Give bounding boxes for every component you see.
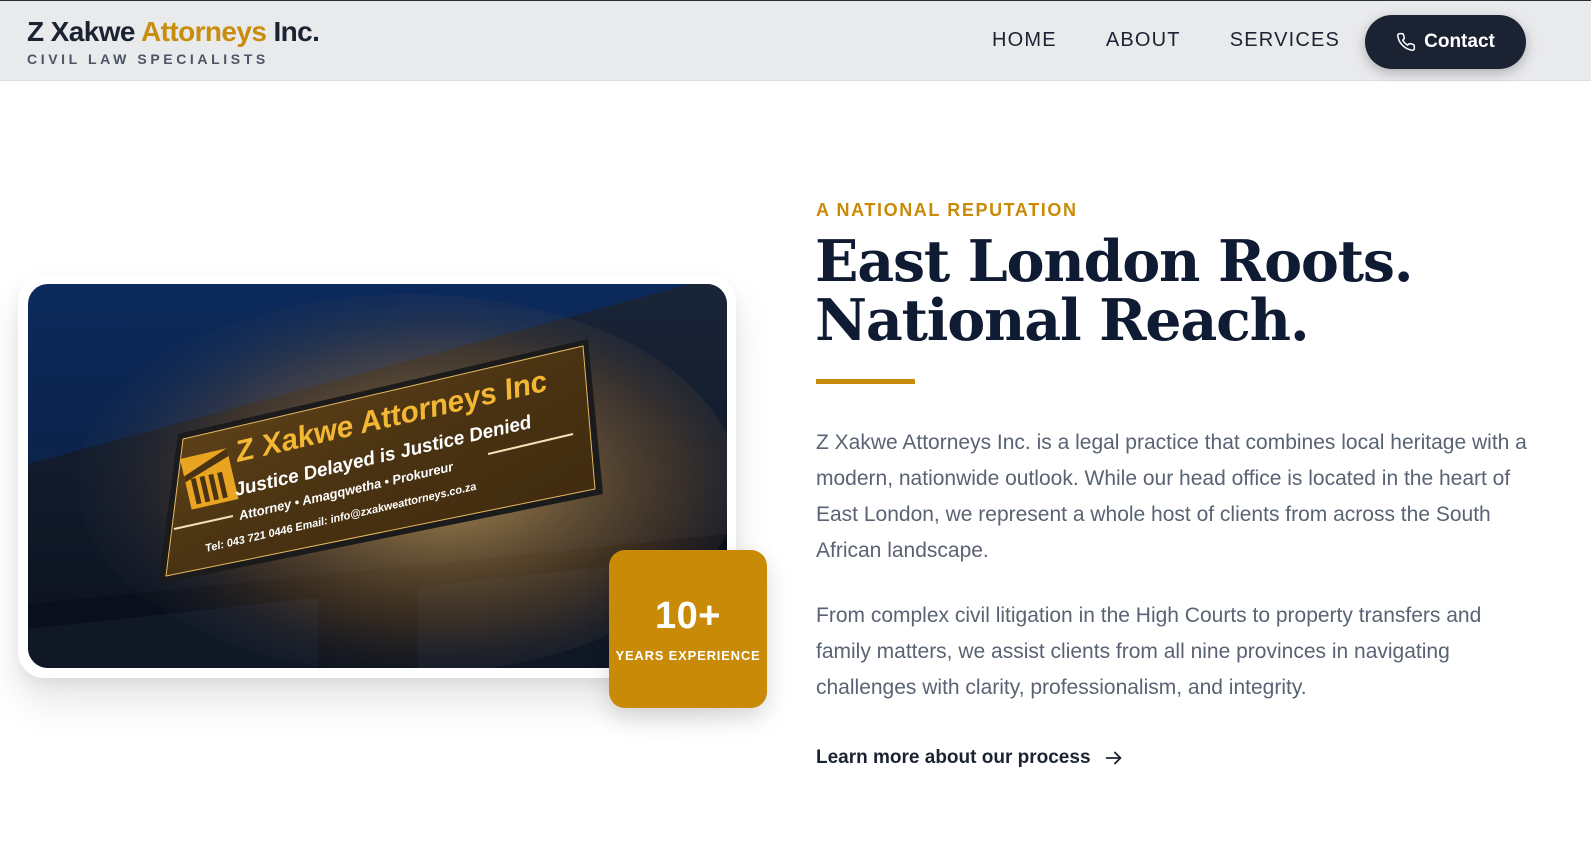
main-nav: HOME ABOUT SERVICES xyxy=(992,29,1389,52)
accent-divider xyxy=(816,379,915,384)
arrow-right-icon xyxy=(1105,751,1121,765)
intro-paragraph: Z Xakwe Attorneys Inc. is a legal practi… xyxy=(816,431,1527,562)
contact-button-label: Contact xyxy=(1424,31,1495,52)
site-header: Z Xakwe Attorneys Inc. CIVIL LAW SPECIAL… xyxy=(0,0,1591,81)
nav-item-home[interactable]: HOME xyxy=(992,29,1057,52)
headline-line-2: National Reach. xyxy=(815,287,1310,354)
experience-label: YEARS EXPERIENCE xyxy=(615,648,761,663)
headline-line-1: East London Roots. xyxy=(815,228,1414,295)
contact-button[interactable]: Contact xyxy=(1365,15,1526,69)
brand-tagline: CIVIL LAW SPECIALISTS xyxy=(27,51,269,67)
brand-name-part-3: Inc. xyxy=(273,16,320,47)
nav-item-about[interactable]: ABOUT xyxy=(1106,29,1181,52)
services-paragraph: From complex civil litigation in the Hig… xyxy=(816,604,1482,699)
section-eyebrow: A NATIONAL REPUTATION xyxy=(816,200,1078,220)
brand-name-part-1: Z Xakwe xyxy=(27,16,135,47)
brand-logo[interactable]: Z Xakwe Attorneys Inc. CIVIL LAW SPECIAL… xyxy=(27,15,320,67)
experience-badge: 10+ YEARS EXPERIENCE xyxy=(609,550,767,708)
brand-name-part-2: Attorneys xyxy=(141,16,267,47)
brand-name: Z Xakwe Attorneys Inc. xyxy=(27,15,320,49)
nav-item-services[interactable]: SERVICES xyxy=(1230,29,1340,52)
learn-more-link[interactable]: Learn more about our process xyxy=(816,747,1125,769)
learn-more-label: Learn more about our process xyxy=(816,747,1091,768)
section-headline: East London Roots. National Reach. xyxy=(815,228,1414,354)
phone-icon xyxy=(1397,32,1416,51)
experience-years: 10+ xyxy=(655,595,721,637)
